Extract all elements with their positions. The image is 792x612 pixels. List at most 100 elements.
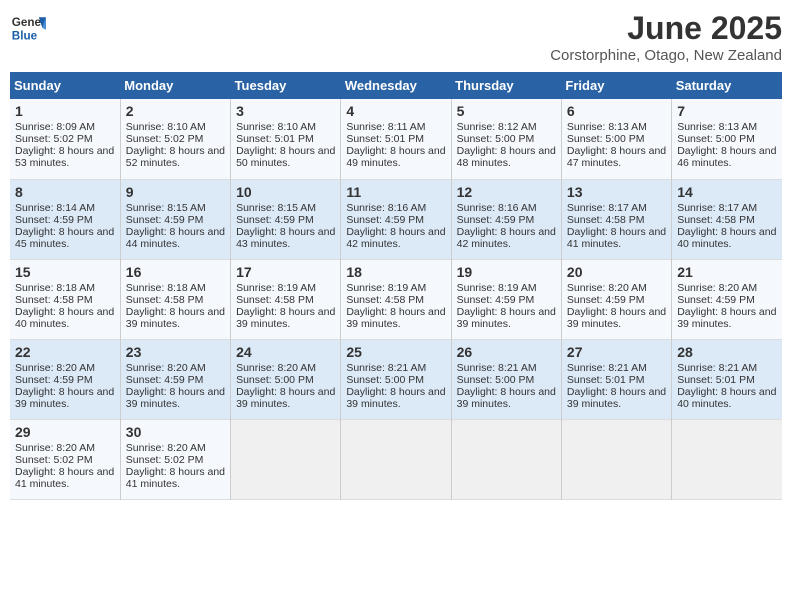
sunrise-label: Sunrise: 8:21 AM — [457, 362, 537, 374]
calendar-cell — [561, 419, 671, 499]
calendar-cell: 21Sunrise: 8:20 AMSunset: 4:59 PMDayligh… — [672, 259, 782, 339]
sunset-label: Sunset: 5:02 PM — [15, 133, 93, 145]
sunrise-label: Sunrise: 8:21 AM — [567, 362, 647, 374]
month-year-title: June 2025 — [550, 10, 782, 47]
sunset-label: Sunset: 4:59 PM — [126, 374, 204, 386]
logo: General Blue — [10, 10, 46, 46]
calendar-week-row: 1Sunrise: 8:09 AMSunset: 5:02 PMDaylight… — [10, 99, 782, 179]
calendar-cell: 23Sunrise: 8:20 AMSunset: 4:59 PMDayligh… — [120, 339, 230, 419]
sunrise-label: Sunrise: 8:20 AM — [236, 362, 316, 374]
day-number: 25 — [346, 344, 445, 360]
sunset-label: Sunset: 5:00 PM — [677, 133, 755, 145]
calendar-cell: 15Sunrise: 8:18 AMSunset: 4:58 PMDayligh… — [10, 259, 120, 339]
sunrise-label: Sunrise: 8:12 AM — [457, 121, 537, 133]
daylight-label: Daylight: 8 hours and 39 minutes. — [346, 306, 445, 330]
sunset-label: Sunset: 5:00 PM — [236, 374, 314, 386]
day-header-wednesday: Wednesday — [341, 72, 451, 99]
day-number: 5 — [457, 103, 556, 119]
sunset-label: Sunset: 5:00 PM — [346, 374, 424, 386]
sunset-label: Sunset: 5:00 PM — [567, 133, 645, 145]
sunset-label: Sunset: 4:58 PM — [126, 294, 204, 306]
sunrise-label: Sunrise: 8:17 AM — [677, 202, 757, 214]
sunset-label: Sunset: 4:59 PM — [567, 294, 645, 306]
page-header: General Blue June 2025 Corstorphine, Ota… — [10, 10, 782, 64]
day-number: 21 — [677, 264, 777, 280]
sunset-label: Sunset: 5:00 PM — [457, 133, 535, 145]
day-header-friday: Friday — [561, 72, 671, 99]
calendar-cell: 9Sunrise: 8:15 AMSunset: 4:59 PMDaylight… — [120, 179, 230, 259]
daylight-label: Daylight: 8 hours and 39 minutes. — [15, 386, 114, 410]
calendar-cell: 22Sunrise: 8:20 AMSunset: 4:59 PMDayligh… — [10, 339, 120, 419]
sunset-label: Sunset: 5:01 PM — [346, 133, 424, 145]
sunrise-label: Sunrise: 8:09 AM — [15, 121, 95, 133]
sunset-label: Sunset: 4:58 PM — [15, 294, 93, 306]
sunrise-label: Sunrise: 8:10 AM — [126, 121, 206, 133]
daylight-label: Daylight: 8 hours and 39 minutes. — [346, 386, 445, 410]
daylight-label: Daylight: 8 hours and 40 minutes. — [15, 306, 114, 330]
calendar-table: SundayMondayTuesdayWednesdayThursdayFrid… — [10, 72, 782, 500]
sunrise-label: Sunrise: 8:20 AM — [677, 282, 757, 294]
calendar-cell: 12Sunrise: 8:16 AMSunset: 4:59 PMDayligh… — [451, 179, 561, 259]
calendar-cell — [231, 419, 341, 499]
day-number: 2 — [126, 103, 225, 119]
sunrise-label: Sunrise: 8:11 AM — [346, 121, 425, 133]
daylight-label: Daylight: 8 hours and 40 minutes. — [677, 386, 776, 410]
sunset-label: Sunset: 5:02 PM — [126, 133, 204, 145]
daylight-label: Daylight: 8 hours and 39 minutes. — [126, 386, 225, 410]
day-number: 28 — [677, 344, 777, 360]
daylight-label: Daylight: 8 hours and 52 minutes. — [126, 145, 225, 169]
daylight-label: Daylight: 8 hours and 39 minutes. — [457, 386, 556, 410]
sunrise-label: Sunrise: 8:16 AM — [346, 202, 426, 214]
sunrise-label: Sunrise: 8:10 AM — [236, 121, 316, 133]
sunset-label: Sunset: 4:59 PM — [15, 214, 93, 226]
sunrise-label: Sunrise: 8:16 AM — [457, 202, 537, 214]
sunset-label: Sunset: 5:02 PM — [126, 454, 204, 466]
sunrise-label: Sunrise: 8:21 AM — [677, 362, 757, 374]
sunrise-label: Sunrise: 8:15 AM — [126, 202, 206, 214]
sunrise-label: Sunrise: 8:14 AM — [15, 202, 95, 214]
calendar-cell: 13Sunrise: 8:17 AMSunset: 4:58 PMDayligh… — [561, 179, 671, 259]
sunset-label: Sunset: 5:00 PM — [457, 374, 535, 386]
calendar-cell: 27Sunrise: 8:21 AMSunset: 5:01 PMDayligh… — [561, 339, 671, 419]
sunset-label: Sunset: 4:58 PM — [346, 294, 424, 306]
calendar-cell: 25Sunrise: 8:21 AMSunset: 5:00 PMDayligh… — [341, 339, 451, 419]
day-number: 7 — [677, 103, 777, 119]
calendar-cell: 4Sunrise: 8:11 AMSunset: 5:01 PMDaylight… — [341, 99, 451, 179]
day-number: 19 — [457, 264, 556, 280]
calendar-cell: 3Sunrise: 8:10 AMSunset: 5:01 PMDaylight… — [231, 99, 341, 179]
day-number: 24 — [236, 344, 335, 360]
sunset-label: Sunset: 5:01 PM — [567, 374, 645, 386]
day-number: 10 — [236, 184, 335, 200]
sunset-label: Sunset: 4:58 PM — [236, 294, 314, 306]
day-number: 22 — [15, 344, 115, 360]
day-number: 12 — [457, 184, 556, 200]
calendar-cell: 24Sunrise: 8:20 AMSunset: 5:00 PMDayligh… — [231, 339, 341, 419]
day-number: 26 — [457, 344, 556, 360]
calendar-cell: 5Sunrise: 8:12 AMSunset: 5:00 PMDaylight… — [451, 99, 561, 179]
day-number: 16 — [126, 264, 225, 280]
sunset-label: Sunset: 5:01 PM — [236, 133, 314, 145]
calendar-cell: 26 Sunrise: 8:21 AMSunset: 5:00 PMDayligh… — [451, 339, 561, 419]
sunrise-label: Sunrise: 8:20 AM — [126, 442, 206, 454]
sunrise-label: Sunrise: 8:20 AM — [567, 282, 647, 294]
day-number: 4 — [346, 103, 445, 119]
sunset-label: Sunset: 4:59 PM — [677, 294, 755, 306]
sunrise-label: Sunrise: 8:17 AM — [567, 202, 647, 214]
sunset-label: Sunset: 4:58 PM — [677, 214, 755, 226]
daylight-label: Daylight: 8 hours and 46 minutes. — [677, 145, 776, 169]
sunrise-label: Sunrise: 8:13 AM — [677, 121, 757, 133]
day-number: 11 — [346, 184, 445, 200]
calendar-cell — [672, 419, 782, 499]
sunrise-label: Sunrise: 8:19 AM — [236, 282, 316, 294]
sunrise-label: Sunrise: 8:18 AM — [126, 282, 206, 294]
daylight-label: Daylight: 8 hours and 39 minutes. — [126, 306, 225, 330]
day-number: 27 — [567, 344, 666, 360]
day-number: 18 — [346, 264, 445, 280]
day-number: 14 — [677, 184, 777, 200]
daylight-label: Daylight: 8 hours and 44 minutes. — [126, 226, 225, 250]
calendar-cell: 14Sunrise: 8:17 AMSunset: 4:58 PMDayligh… — [672, 179, 782, 259]
title-area: June 2025 Corstorphine, Otago, New Zeala… — [550, 10, 782, 64]
calendar-cell: 10Sunrise: 8:15 AMSunset: 4:59 PMDayligh… — [231, 179, 341, 259]
sunset-label: Sunset: 5:01 PM — [677, 374, 755, 386]
day-number: 3 — [236, 103, 335, 119]
